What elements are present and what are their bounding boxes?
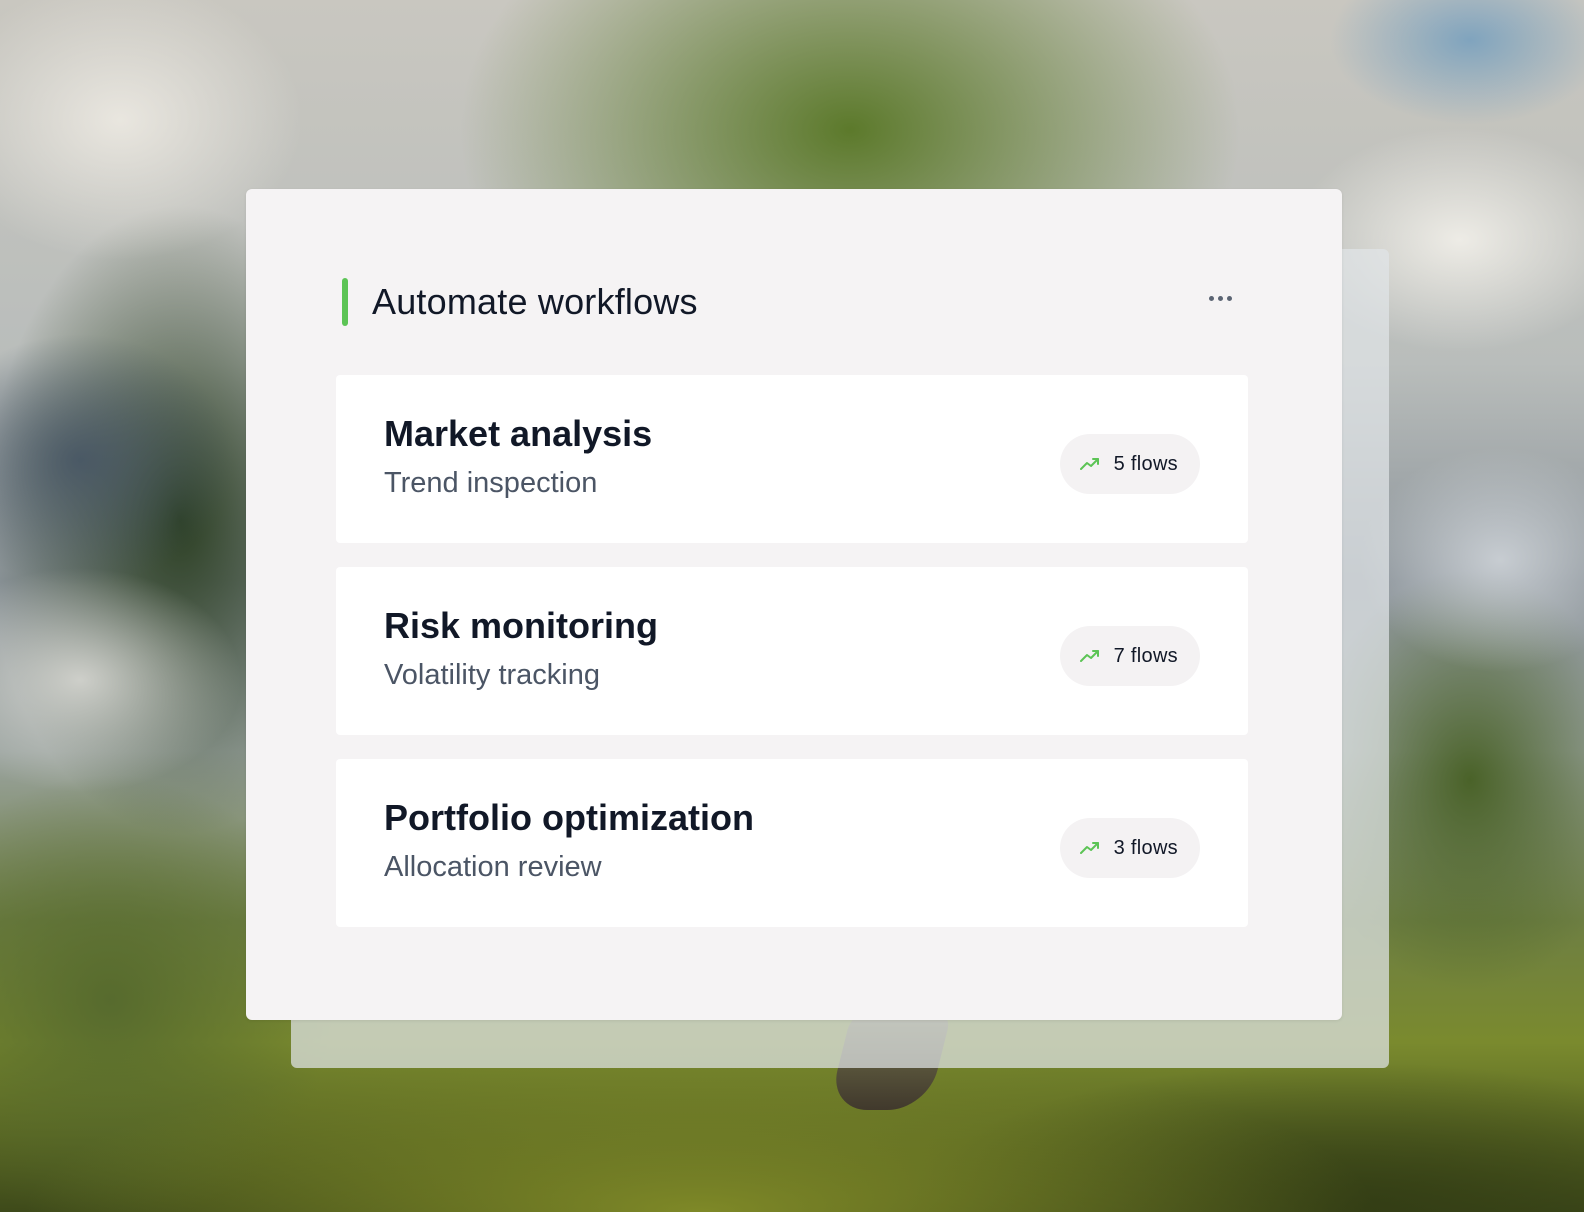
flows-badge: 5 flows xyxy=(1059,434,1200,494)
trending-up-icon xyxy=(1079,650,1099,662)
workflow-item-market-analysis[interactable]: Market analysis Trend inspection 5 flows xyxy=(336,375,1248,543)
more-horizontal-icon xyxy=(1217,295,1223,301)
trending-up-icon xyxy=(1079,458,1099,470)
trending-up-icon xyxy=(1079,842,1099,854)
flows-count: 5 flows xyxy=(1113,452,1178,475)
workflows-card: Automate workflows Market analysis Trend… xyxy=(246,189,1342,1020)
workflow-title: Portfolio optimization xyxy=(384,797,754,838)
flows-count: 3 flows xyxy=(1113,836,1178,859)
card-title: Automate workflows xyxy=(372,281,698,322)
workflow-item-risk-monitoring[interactable]: Risk monitoring Volatility tracking 7 fl… xyxy=(336,567,1248,735)
flows-count: 7 flows xyxy=(1113,644,1178,667)
workflow-item-portfolio-optimization[interactable]: Portfolio optimization Allocation review… xyxy=(336,759,1248,927)
accent-bar xyxy=(342,278,348,326)
workflow-title: Market analysis xyxy=(384,413,653,454)
workflow-list: Market analysis Trend inspection 5 flows… xyxy=(336,375,1248,951)
workflow-title: Risk monitoring xyxy=(384,605,659,646)
workflow-subtitle: Allocation review xyxy=(384,851,602,883)
card-header: Automate workflows xyxy=(342,278,1246,326)
more-horizontal-icon xyxy=(1226,295,1232,301)
more-horizontal-icon xyxy=(1208,295,1214,301)
flows-badge: 7 flows xyxy=(1059,626,1200,686)
workflow-subtitle: Volatility tracking xyxy=(384,659,600,691)
more-options-button[interactable] xyxy=(1200,286,1240,310)
flows-badge: 3 flows xyxy=(1059,818,1200,878)
workflow-subtitle: Trend inspection xyxy=(384,467,598,499)
